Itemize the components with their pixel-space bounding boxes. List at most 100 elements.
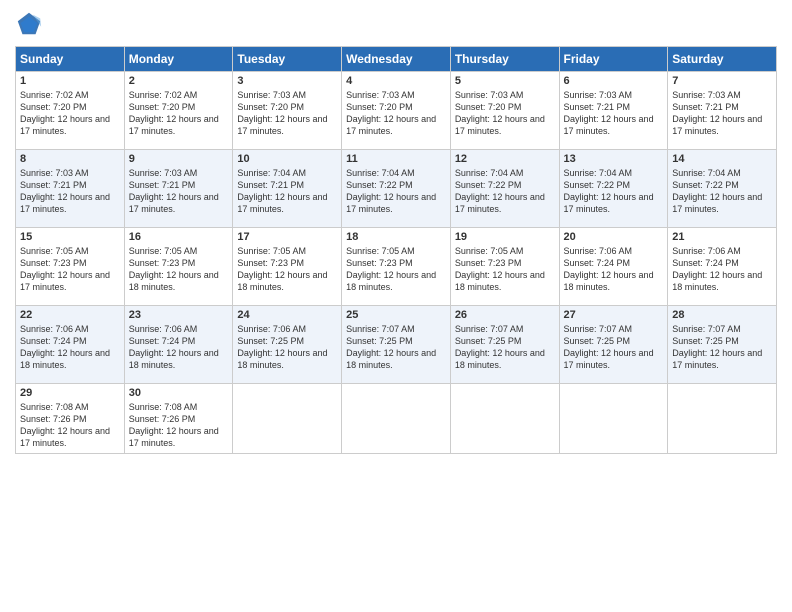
day-number: 24 <box>237 309 337 321</box>
calendar-cell: 11 Sunrise: 7:04 AM Sunset: 7:22 PM Dayl… <box>342 150 451 228</box>
day-number: 29 <box>20 387 120 399</box>
cell-info: Sunrise: 7:05 AM Sunset: 7:23 PM Dayligh… <box>346 245 446 294</box>
cell-info: Sunrise: 7:06 AM Sunset: 7:24 PM Dayligh… <box>129 323 229 372</box>
cell-info: Sunrise: 7:03 AM Sunset: 7:20 PM Dayligh… <box>237 89 337 138</box>
day-number: 19 <box>455 231 555 243</box>
cell-info: Sunrise: 7:07 AM Sunset: 7:25 PM Dayligh… <box>346 323 446 372</box>
calendar-cell: 16 Sunrise: 7:05 AM Sunset: 7:23 PM Dayl… <box>124 228 233 306</box>
calendar-cell: 22 Sunrise: 7:06 AM Sunset: 7:24 PM Dayl… <box>16 306 125 384</box>
day-number: 21 <box>672 231 772 243</box>
cell-info: Sunrise: 7:03 AM Sunset: 7:21 PM Dayligh… <box>20 167 120 216</box>
day-number: 5 <box>455 75 555 87</box>
calendar-cell: 27 Sunrise: 7:07 AM Sunset: 7:25 PM Dayl… <box>559 306 668 384</box>
cell-info: Sunrise: 7:06 AM Sunset: 7:25 PM Dayligh… <box>237 323 337 372</box>
calendar-cell: 29 Sunrise: 7:08 AM Sunset: 7:26 PM Dayl… <box>16 384 125 454</box>
calendar-cell <box>342 384 451 454</box>
calendar-cell: 20 Sunrise: 7:06 AM Sunset: 7:24 PM Dayl… <box>559 228 668 306</box>
calendar-cell: 23 Sunrise: 7:06 AM Sunset: 7:24 PM Dayl… <box>124 306 233 384</box>
cell-info: Sunrise: 7:04 AM Sunset: 7:22 PM Dayligh… <box>346 167 446 216</box>
day-number: 13 <box>564 153 664 165</box>
cell-info: Sunrise: 7:04 AM Sunset: 7:22 PM Dayligh… <box>564 167 664 216</box>
cell-info: Sunrise: 7:03 AM Sunset: 7:21 PM Dayligh… <box>672 89 772 138</box>
cell-info: Sunrise: 7:02 AM Sunset: 7:20 PM Dayligh… <box>20 89 120 138</box>
logo-icon <box>15 10 43 38</box>
calendar-cell: 10 Sunrise: 7:04 AM Sunset: 7:21 PM Dayl… <box>233 150 342 228</box>
calendar-header-row: SundayMondayTuesdayWednesdayThursdayFrid… <box>16 47 777 72</box>
cell-info: Sunrise: 7:07 AM Sunset: 7:25 PM Dayligh… <box>455 323 555 372</box>
calendar-cell <box>668 384 777 454</box>
calendar-cell: 3 Sunrise: 7:03 AM Sunset: 7:20 PM Dayli… <box>233 72 342 150</box>
day-number: 12 <box>455 153 555 165</box>
day-number: 23 <box>129 309 229 321</box>
cell-info: Sunrise: 7:04 AM Sunset: 7:21 PM Dayligh… <box>237 167 337 216</box>
calendar-table: SundayMondayTuesdayWednesdayThursdayFrid… <box>15 46 777 454</box>
calendar-cell: 2 Sunrise: 7:02 AM Sunset: 7:20 PM Dayli… <box>124 72 233 150</box>
day-number: 28 <box>672 309 772 321</box>
cell-info: Sunrise: 7:05 AM Sunset: 7:23 PM Dayligh… <box>455 245 555 294</box>
header-friday: Friday <box>559 47 668 72</box>
calendar-cell: 12 Sunrise: 7:04 AM Sunset: 7:22 PM Dayl… <box>450 150 559 228</box>
calendar-cell: 18 Sunrise: 7:05 AM Sunset: 7:23 PM Dayl… <box>342 228 451 306</box>
day-number: 3 <box>237 75 337 87</box>
header-saturday: Saturday <box>668 47 777 72</box>
page-header <box>15 10 777 38</box>
cell-info: Sunrise: 7:03 AM Sunset: 7:21 PM Dayligh… <box>129 167 229 216</box>
day-number: 11 <box>346 153 446 165</box>
calendar-cell: 24 Sunrise: 7:06 AM Sunset: 7:25 PM Dayl… <box>233 306 342 384</box>
day-number: 26 <box>455 309 555 321</box>
calendar-cell: 28 Sunrise: 7:07 AM Sunset: 7:25 PM Dayl… <box>668 306 777 384</box>
header-thursday: Thursday <box>450 47 559 72</box>
day-number: 4 <box>346 75 446 87</box>
day-number: 2 <box>129 75 229 87</box>
header-tuesday: Tuesday <box>233 47 342 72</box>
calendar-cell: 21 Sunrise: 7:06 AM Sunset: 7:24 PM Dayl… <box>668 228 777 306</box>
day-number: 10 <box>237 153 337 165</box>
calendar-cell <box>450 384 559 454</box>
cell-info: Sunrise: 7:05 AM Sunset: 7:23 PM Dayligh… <box>237 245 337 294</box>
day-number: 14 <box>672 153 772 165</box>
day-number: 6 <box>564 75 664 87</box>
cell-info: Sunrise: 7:07 AM Sunset: 7:25 PM Dayligh… <box>564 323 664 372</box>
calendar-cell: 1 Sunrise: 7:02 AM Sunset: 7:20 PM Dayli… <box>16 72 125 150</box>
calendar-cell: 14 Sunrise: 7:04 AM Sunset: 7:22 PM Dayl… <box>668 150 777 228</box>
day-number: 7 <box>672 75 772 87</box>
calendar-week-row: 22 Sunrise: 7:06 AM Sunset: 7:24 PM Dayl… <box>16 306 777 384</box>
day-number: 1 <box>20 75 120 87</box>
cell-info: Sunrise: 7:04 AM Sunset: 7:22 PM Dayligh… <box>672 167 772 216</box>
day-number: 27 <box>564 309 664 321</box>
calendar-cell: 6 Sunrise: 7:03 AM Sunset: 7:21 PM Dayli… <box>559 72 668 150</box>
logo <box>15 10 47 38</box>
calendar-cell: 15 Sunrise: 7:05 AM Sunset: 7:23 PM Dayl… <box>16 228 125 306</box>
calendar-cell: 26 Sunrise: 7:07 AM Sunset: 7:25 PM Dayl… <box>450 306 559 384</box>
day-number: 16 <box>129 231 229 243</box>
day-number: 20 <box>564 231 664 243</box>
cell-info: Sunrise: 7:06 AM Sunset: 7:24 PM Dayligh… <box>20 323 120 372</box>
cell-info: Sunrise: 7:08 AM Sunset: 7:26 PM Dayligh… <box>20 401 120 450</box>
calendar-week-row: 15 Sunrise: 7:05 AM Sunset: 7:23 PM Dayl… <box>16 228 777 306</box>
day-number: 15 <box>20 231 120 243</box>
calendar-week-row: 8 Sunrise: 7:03 AM Sunset: 7:21 PM Dayli… <box>16 150 777 228</box>
cell-info: Sunrise: 7:04 AM Sunset: 7:22 PM Dayligh… <box>455 167 555 216</box>
day-number: 22 <box>20 309 120 321</box>
day-number: 8 <box>20 153 120 165</box>
calendar-week-row: 1 Sunrise: 7:02 AM Sunset: 7:20 PM Dayli… <box>16 72 777 150</box>
cell-info: Sunrise: 7:07 AM Sunset: 7:25 PM Dayligh… <box>672 323 772 372</box>
cell-info: Sunrise: 7:05 AM Sunset: 7:23 PM Dayligh… <box>20 245 120 294</box>
header-wednesday: Wednesday <box>342 47 451 72</box>
header-monday: Monday <box>124 47 233 72</box>
cell-info: Sunrise: 7:05 AM Sunset: 7:23 PM Dayligh… <box>129 245 229 294</box>
calendar-week-row: 29 Sunrise: 7:08 AM Sunset: 7:26 PM Dayl… <box>16 384 777 454</box>
calendar-cell: 4 Sunrise: 7:03 AM Sunset: 7:20 PM Dayli… <box>342 72 451 150</box>
calendar-cell <box>233 384 342 454</box>
calendar-cell: 5 Sunrise: 7:03 AM Sunset: 7:20 PM Dayli… <box>450 72 559 150</box>
cell-info: Sunrise: 7:06 AM Sunset: 7:24 PM Dayligh… <box>564 245 664 294</box>
cell-info: Sunrise: 7:08 AM Sunset: 7:26 PM Dayligh… <box>129 401 229 450</box>
cell-info: Sunrise: 7:03 AM Sunset: 7:21 PM Dayligh… <box>564 89 664 138</box>
day-number: 18 <box>346 231 446 243</box>
calendar-cell: 25 Sunrise: 7:07 AM Sunset: 7:25 PM Dayl… <box>342 306 451 384</box>
day-number: 25 <box>346 309 446 321</box>
day-number: 17 <box>237 231 337 243</box>
calendar-cell: 7 Sunrise: 7:03 AM Sunset: 7:21 PM Dayli… <box>668 72 777 150</box>
header-sunday: Sunday <box>16 47 125 72</box>
cell-info: Sunrise: 7:03 AM Sunset: 7:20 PM Dayligh… <box>455 89 555 138</box>
